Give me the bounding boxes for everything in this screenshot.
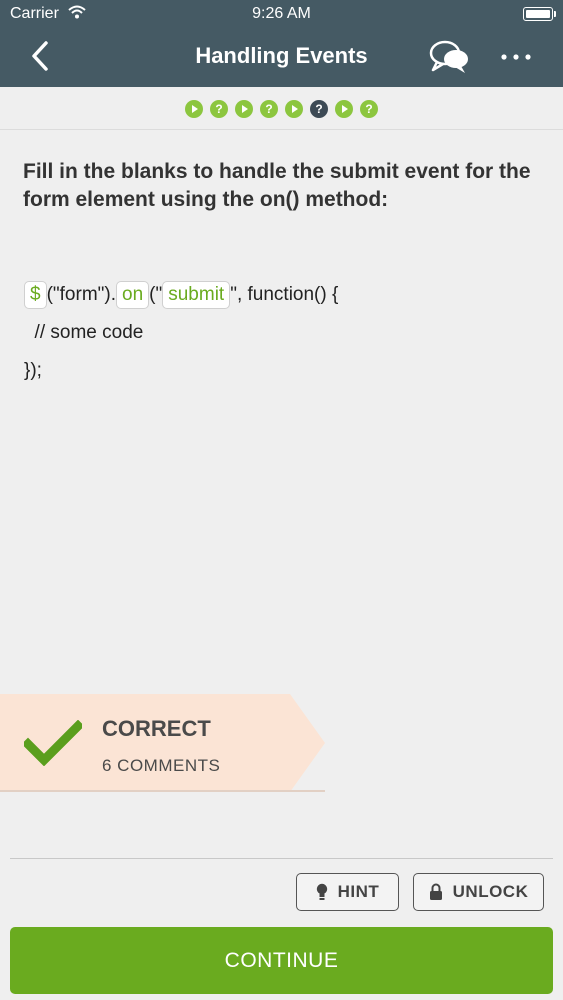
battery-icon [523, 7, 556, 21]
play-icon [242, 105, 248, 113]
checkmark-icon [24, 720, 82, 766]
progress-step-lesson[interactable] [285, 100, 303, 118]
code-block: $ ("form"). on (" submit ", function() { // s… [24, 280, 338, 394]
answer-blank[interactable]: on [116, 281, 150, 309]
lightbulb-icon [316, 883, 327, 900]
code-line-1: $ ("form"). on (" submit ", function() { [24, 280, 338, 318]
status-bar: Carrier 9:26 AM [0, 0, 563, 28]
divider [0, 129, 563, 130]
nav-bar: Handling Events [0, 28, 563, 87]
speech-bubbles-icon[interactable] [428, 38, 472, 76]
page-title: Handling Events [195, 43, 368, 68]
code-text: ("form"). [46, 284, 117, 305]
play-icon [292, 105, 298, 113]
banner-shadow [0, 790, 325, 792]
clock: 9:26 AM [252, 5, 311, 22]
hint-button[interactable]: HINT [296, 873, 399, 911]
lesson-progress: ???? [0, 100, 563, 120]
progress-step-quiz[interactable]: ? [360, 100, 378, 118]
divider [10, 858, 553, 859]
unlock-label: UNLOCK [452, 882, 529, 901]
unlock-button[interactable]: UNLOCK [413, 873, 544, 911]
play-icon [342, 105, 348, 113]
code-text: ", function() { [230, 284, 339, 305]
progress-step-lesson[interactable] [185, 100, 203, 118]
result-banner[interactable]: CORRECT 6 COMMENTS [0, 694, 325, 792]
progress-step-quiz[interactable]: ? [210, 100, 228, 118]
play-icon [192, 105, 198, 113]
result-status: CORRECT [102, 716, 211, 741]
question-text: Fill in the blanks to handle the submit … [23, 160, 531, 211]
answer-blank[interactable]: submit [162, 281, 231, 309]
more-horizontal-icon[interactable] [498, 42, 534, 72]
progress-step-lesson[interactable] [235, 100, 253, 118]
continue-button[interactable]: CONTINUE [10, 927, 553, 994]
lock-icon [429, 883, 442, 900]
answer-blank[interactable]: $ [24, 281, 47, 309]
comments-count-link[interactable]: 6 COMMENTS [102, 756, 220, 776]
code-line-3: }); [24, 360, 42, 381]
progress-step-quiz[interactable]: ? [310, 100, 328, 118]
progress-step-quiz[interactable]: ? [260, 100, 278, 118]
progress-step-lesson[interactable] [335, 100, 353, 118]
hint-label: HINT [337, 882, 380, 901]
code-line-2: // some code [24, 322, 144, 343]
code-text: (" [149, 284, 163, 305]
